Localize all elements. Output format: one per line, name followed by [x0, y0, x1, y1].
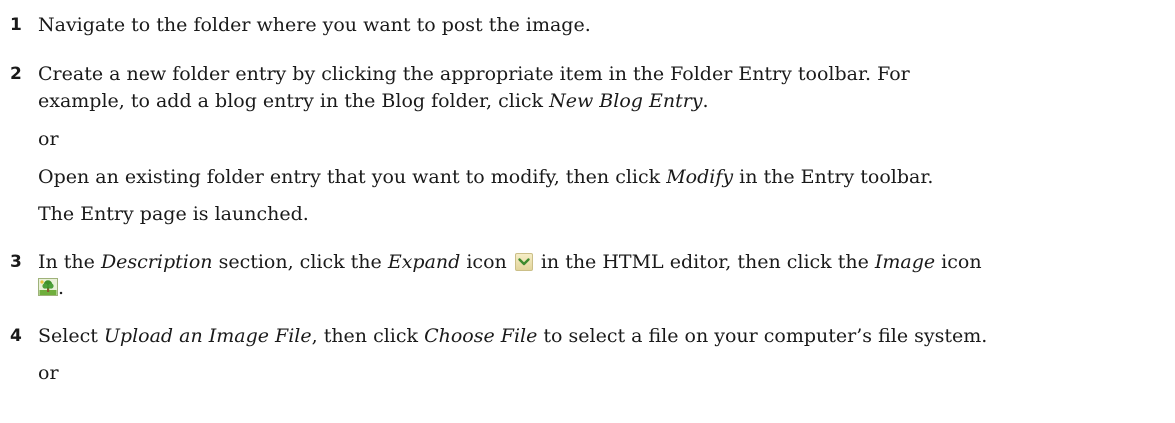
step-2-line-2-text: example, to add a blog entry in the Blog…	[38, 90, 550, 112]
choose-file-term: Choose File	[424, 325, 538, 347]
step-1-number: 1	[10, 15, 22, 35]
step-4-or: or	[38, 362, 59, 384]
step-4-line-1: Select Upload an Image File, then click …	[38, 323, 987, 349]
step-3-number: 3	[10, 252, 22, 272]
step-3-line-1: In the Description section, click the Ex…	[38, 249, 982, 275]
step-3-text-d: in the HTML editor, then click the	[534, 251, 875, 273]
step-4-text-c: to select a file on your computer’s file…	[537, 325, 988, 347]
description-term: Description	[100, 251, 213, 273]
step-4-text-a: Select	[38, 325, 104, 347]
step-1-text: Navigate to the folder where you want to…	[38, 14, 591, 36]
chevron-down-icon	[514, 252, 533, 271]
step-2-line-1: Create a new folder entry by clicking th…	[38, 63, 910, 85]
step-2-line-2: example, to add a blog entry in the Blog…	[38, 88, 709, 114]
step-3-text-c: icon	[460, 251, 513, 273]
step-4-text-b: , then click	[311, 325, 425, 347]
step-3-line-2: .	[38, 275, 64, 301]
tree-image-icon	[38, 277, 58, 296]
step-2-or: or	[38, 128, 59, 150]
upload-image-file-term: Upload an Image File	[103, 325, 312, 347]
image-term: Image	[874, 251, 936, 273]
step-3-text-a: In the	[38, 251, 101, 273]
step-3-text-e: icon	[935, 251, 982, 273]
step-2-line-2-end: .	[702, 90, 709, 112]
step-3-end: .	[58, 277, 65, 299]
new-blog-entry-term: New Blog Entry	[549, 90, 703, 112]
step-2-result: The Entry page is launched.	[38, 203, 309, 225]
instruction-list: 1 Navigate to the folder where you want …	[0, 0, 1175, 423]
step-2-alternative: Open an existing folder entry that you w…	[38, 164, 933, 190]
modify-term: Modify	[666, 166, 734, 188]
step-2-alt-text: Open an existing folder entry that you w…	[38, 166, 667, 188]
step-2-number: 2	[10, 64, 22, 84]
step-4-number: 4	[10, 326, 22, 346]
step-3-text-b: section, click the	[212, 251, 388, 273]
step-2-alt-end: in the Entry toolbar.	[733, 166, 934, 188]
expand-term: Expand	[387, 251, 461, 273]
